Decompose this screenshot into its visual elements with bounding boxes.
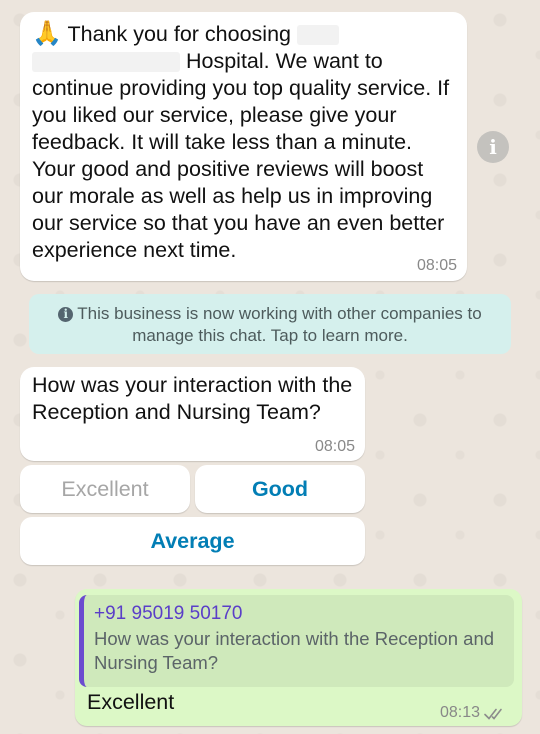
redacted-hospital-prefix: █████████ — [32, 52, 180, 73]
quick-reply-label: Good — [251, 476, 309, 501]
notice-text: This business is now working with other … — [77, 304, 482, 345]
quoted-sender: +91 95019 50170 — [94, 603, 243, 624]
message-time: 08:05 — [416, 257, 457, 274]
folded-hands-emoji: 🙏 — [32, 19, 62, 47]
double-check-icon — [484, 708, 502, 720]
quick-reply-good-button[interactable]: Good — [195, 465, 365, 513]
welcome-line1: Thank you for choosing — [67, 22, 291, 46]
business-notice[interactable]: i This business is now working with other… — [29, 294, 511, 354]
incoming-message-welcome[interactable]: 🙏 Thank you for choosing ████ █████████ … — [20, 12, 467, 281]
quick-reply-label: Excellent — [61, 476, 149, 501]
message-time: 08:13 — [439, 704, 480, 721]
quick-reply-excellent-button[interactable]: Excellent — [20, 465, 190, 513]
message-text: 🙏 Thank you for choosing ████ █████████ … — [32, 20, 455, 264]
info-circle-icon: i — [58, 307, 74, 322]
reply-text: Excellent — [87, 690, 175, 714]
quick-reply-average-button[interactable]: Average — [20, 517, 365, 565]
redacted-hospital-name: ████ — [296, 25, 339, 46]
quick-reply-label: Average — [150, 528, 235, 553]
quoted-message[interactable]: +91 95019 50170 How was your interaction… — [79, 595, 514, 687]
info-icon[interactable]: i — [477, 131, 509, 163]
welcome-body: continue providing you top quality servi… — [32, 76, 450, 262]
welcome-line2: Hospital. We want to — [185, 49, 383, 73]
question-text: How was your interaction with the Recept… — [32, 373, 353, 424]
message-time: 08:05 — [314, 438, 355, 455]
outgoing-message-reply[interactable]: +91 95019 50170 How was your interaction… — [75, 589, 522, 726]
quoted-text: How was your interaction with the Recept… — [94, 628, 495, 673]
incoming-message-question[interactable]: How was your interaction with the Recept… — [20, 367, 365, 461]
